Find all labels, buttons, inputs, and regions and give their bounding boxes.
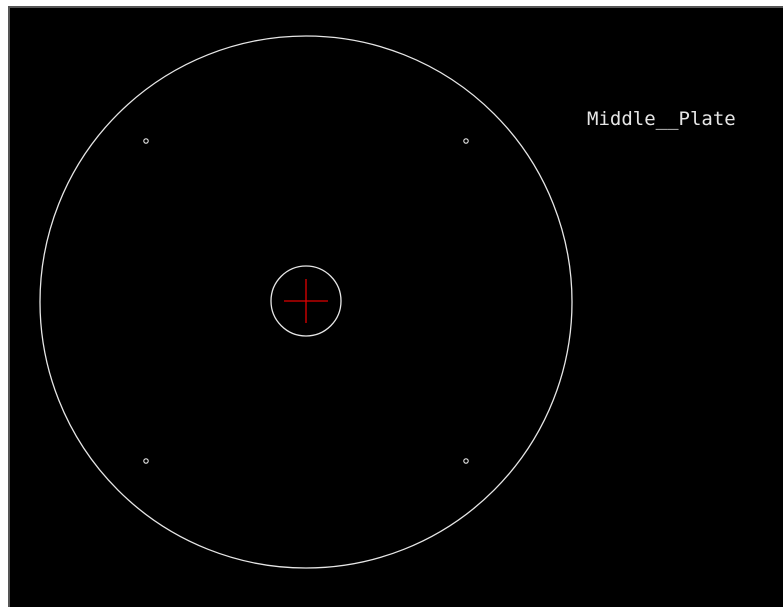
mounting-hole-bottom-left xyxy=(143,458,149,464)
drawing-canvas[interactable]: Middle__Plate xyxy=(0,0,783,607)
cad-window: Middle__Plate xyxy=(0,0,783,607)
center-crosshair xyxy=(284,279,328,323)
mounting-hole-top-right xyxy=(463,138,469,144)
part-label: Middle__Plate xyxy=(587,108,736,130)
mounting-hole-top-left xyxy=(143,138,149,144)
mounting-hole-bottom-right xyxy=(463,458,469,464)
